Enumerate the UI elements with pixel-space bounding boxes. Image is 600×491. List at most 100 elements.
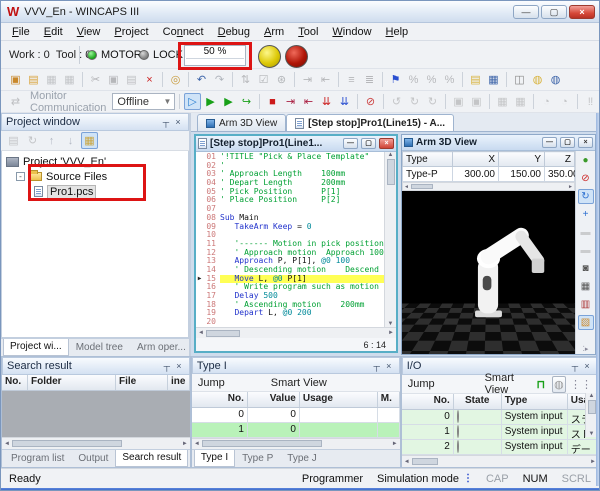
stop-icon[interactable]: ■ <box>264 93 281 110</box>
pendant-icon[interactable]: ◫ <box>511 71 528 88</box>
scroll-thumb[interactable] <box>588 400 596 414</box>
jump-label[interactable]: Jump <box>408 378 435 390</box>
close-button[interactable]: × <box>569 5 595 19</box>
variable-row[interactable]: 10 <box>192 423 400 438</box>
code-line[interactable]: 07 <box>196 205 384 214</box>
scroll-left-icon[interactable]: ◄ <box>404 459 410 465</box>
code-line-current[interactable]: ▶15 Move L, @0 P[1] <box>196 275 384 284</box>
tab-model-tree[interactable]: Model tree <box>69 339 130 356</box>
close-panel-icon[interactable]: × <box>383 361 395 371</box>
editor-restore-button[interactable]: ▢ <box>361 138 376 149</box>
menu-arm[interactable]: Arm <box>257 25 291 39</box>
editor-minimize-button[interactable]: — <box>343 138 358 149</box>
arm-minimize-button[interactable]: — <box>542 137 557 148</box>
scroll-right-icon[interactable]: ► <box>392 441 398 447</box>
lamp-icon[interactable]: ◍ <box>552 376 566 393</box>
code-line[interactable]: 04' Depart Length 200mm <box>196 179 384 188</box>
code-line[interactable]: 05' Pick Position P[1] <box>196 188 384 197</box>
code-editor[interactable]: 01'!TITLE "Pick & Place Template"02'03' … <box>196 152 384 327</box>
no-entry-icon[interactable]: ⊘ <box>578 171 594 186</box>
code-line[interactable]: 09 TakeArm Keep = 0 <box>196 223 384 232</box>
pin-icon[interactable]: ┬ <box>371 361 383 371</box>
code-line[interactable]: 18 ' Ascending motion 200mm <box>196 301 384 310</box>
code-line[interactable]: 11 '------ Motion in pick position <box>196 240 384 249</box>
pin-icon[interactable]: ┬ <box>569 361 581 371</box>
scroll-left-icon[interactable]: ◄ <box>404 184 409 190</box>
menu-file[interactable]: File <box>5 25 37 39</box>
menu-help[interactable]: Help <box>379 25 416 39</box>
scroll-right-icon[interactable]: ► <box>568 184 573 190</box>
position-row[interactable]: Type-P 300.00 150.00 350.00 <box>403 167 575 182</box>
sort-toggle-icon[interactable]: ▦ <box>81 132 98 149</box>
variable-window-icon[interactable]: ▤ <box>467 71 484 88</box>
title-bar[interactable]: W VVV_En - WINCAPS III — ▢ × <box>1 1 599 23</box>
run-icon[interactable]: ▶ <box>202 93 219 110</box>
tab-program-list[interactable]: Program list <box>4 450 71 467</box>
camera-icon[interactable]: ◙ <box>578 261 594 276</box>
col-z[interactable]: Z <box>545 152 575 167</box>
scroll-thumb[interactable] <box>387 159 395 185</box>
toolbar-overflow-icon[interactable]: ⋮⋮ <box>570 378 592 391</box>
tree-item-project-root[interactable]: Project 'VVV_En' <box>6 154 188 169</box>
variable-row[interactable]: 00 <box>192 408 400 423</box>
menu-debug[interactable]: Debug <box>211 25 257 39</box>
code-line[interactable]: 12 ' Approach motion Approach 100m <box>196 249 384 258</box>
record-icon[interactable]: ▦ <box>578 279 594 294</box>
pin-icon[interactable]: ┬ <box>161 361 173 371</box>
code-line[interactable]: 14 ' Descending motion Descend t <box>196 266 384 275</box>
close-panel-icon[interactable]: × <box>172 117 184 127</box>
menu-edit[interactable]: Edit <box>37 25 70 39</box>
step-out-icon[interactable]: ⇤ <box>300 93 317 110</box>
strip-overflow-icon[interactable]: ⁚▸ <box>583 345 589 354</box>
tree-item-pro1-pcs[interactable]: Pro1.pcs <box>6 184 188 199</box>
close-panel-icon[interactable]: × <box>173 361 185 371</box>
io-monitor-icon[interactable]: ◍ <box>529 71 546 88</box>
code-line[interactable]: 10 <box>196 231 384 240</box>
tab-type-j[interactable]: Type J <box>280 450 323 467</box>
menu-view[interactable]: View <box>70 25 108 39</box>
code-line[interactable]: 02' <box>196 162 384 171</box>
scroll-thumb[interactable] <box>206 330 240 337</box>
menu-project[interactable]: Project <box>107 25 155 39</box>
tab-search-result[interactable]: Search result <box>115 450 188 467</box>
scroll-right-icon[interactable]: ► <box>388 330 394 336</box>
smart-view-label[interactable]: Smart View <box>271 377 327 389</box>
code-line[interactable]: 13 Approach P, P[1], @0 100 <box>196 257 384 266</box>
type-horizontal-scrollbar[interactable]: ◄ ► <box>192 438 400 449</box>
pan-view-icon[interactable]: + <box>578 207 594 222</box>
scroll-thumb[interactable] <box>412 458 438 465</box>
editor-vertical-scrollbar[interactable]: ▲ ▼ <box>384 152 396 327</box>
open-project-icon[interactable]: ▤ <box>25 71 42 88</box>
scroll-thumb[interactable] <box>12 440 122 447</box>
arm-close-button[interactable]: × <box>578 137 593 148</box>
scroll-right-icon[interactable]: ► <box>182 441 188 447</box>
smart-view-label[interactable]: Smart View <box>485 372 530 396</box>
pulse-icon[interactable]: ⊓ <box>534 376 548 393</box>
table-horizontal-scrollbar[interactable]: ◄ ► <box>402 182 575 191</box>
search-horizontal-scrollbar[interactable]: ◄ ► <box>2 437 190 449</box>
code-line[interactable]: 20 <box>196 318 384 327</box>
editor-horizontal-scrollbar[interactable]: ◄ ► <box>196 327 396 338</box>
connection-mode-select[interactable]: Offline ▼ <box>112 93 175 110</box>
lock-indicator[interactable]: LOCK <box>139 49 183 61</box>
breakpoint-set-icon[interactable]: ⇊ <box>318 93 335 110</box>
tab-arm-operation[interactable]: Arm oper... <box>130 339 193 356</box>
tab-output[interactable]: Output <box>71 450 115 467</box>
close-panel-icon[interactable]: × <box>581 361 593 371</box>
continue-icon[interactable]: ▶ <box>220 93 237 110</box>
editor-window-titlebar[interactable]: [Step stop]Pro1(Line1... — ▢ × <box>196 136 396 152</box>
scroll-left-icon[interactable]: ◄ <box>4 441 10 447</box>
col-y[interactable]: Y <box>499 152 545 167</box>
io-row[interactable]: 1System inputスト <box>402 425 598 440</box>
scroll-thumb[interactable] <box>411 184 433 189</box>
bookmark-icon[interactable]: ⚑ <box>387 71 404 88</box>
search-result-body[interactable] <box>2 391 190 437</box>
step-into-icon[interactable]: ⇥ <box>282 93 299 110</box>
arm-restore-button[interactable]: ▢ <box>560 137 575 148</box>
robot-3d-viewport[interactable] <box>402 191 575 354</box>
rotate-view-icon[interactable]: ↻ <box>578 189 594 204</box>
minimize-button[interactable]: — <box>513 5 539 19</box>
step-icon[interactable]: ↪ <box>238 93 255 110</box>
col-x[interactable]: X <box>453 152 499 167</box>
code-line[interactable]: 08Sub Main <box>196 214 384 223</box>
